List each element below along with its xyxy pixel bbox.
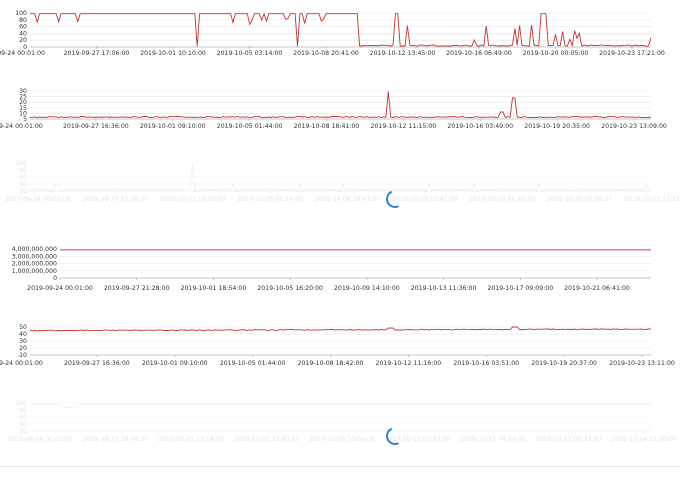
x-tick-label: 2019-10-16 06:49:00 [469,196,535,203]
x-tick-label: 2019-10-05 03:14:00 [237,196,303,203]
x-tick-label: 2019-10-05 03:14:00 [217,50,283,57]
x-tick-label: 2019-10-01 10:10:00 [160,196,226,203]
chart-svg: 100806040200-09-24 00:01:00 2019-09-27 17… [0,10,665,57]
x-tick-label: 2019-09-24 00:01:00 [27,285,93,292]
y-tick-label: 20 [19,428,27,435]
y-tick-label: 5 [23,116,27,123]
x-tick-label: 2019-10-08 20:41:00 [315,196,381,203]
x-tick-label: -09-24 00:01:00 [0,50,45,57]
chart-svg: 100806040202019-09-24 00:01:00 2019-09-27… [5,160,680,203]
series-line [30,403,651,408]
x-tick-label: 2019-09-27 20:46:00 [83,436,149,443]
x-tick-label: 2019-09-27 16:36:00 [63,123,129,130]
x-tick-label: 2019-10-20 00:05:00 [547,196,613,203]
x-tick-label: 2019-10-19 20:35:00 [524,123,590,130]
y-tick-label: 10 [19,352,27,359]
y-tick-label: 50 [19,324,27,331]
x-tick-label: 2019-10-13 11:36:00 [411,285,477,292]
chart-svg: 100806040202019-09-24 00:01:00 2019-09-27… [7,400,677,443]
x-tick-label: 2019-10-23 17:21:00 [624,196,680,203]
x-tick-label: 2019-10-01 09:10:00 [142,360,208,367]
x-tick-label: 2019-10-05 01:44:00 [217,123,283,130]
series-line [30,12,652,48]
x-tick-label: 2019-10-09 10:09:00 [309,436,375,443]
x-tick-label: 2019-10-05 13:43:00 [234,436,300,443]
x-tick-label: 2019-10-01 10:10:00 [140,50,206,57]
x-tick-label: 2019-10-17 04:04:00 [460,436,526,443]
x-tick-label: 2019-09-27 17:06:00 [83,196,149,203]
y-tick-label: 20 [19,188,27,195]
x-tick-label: 2019-10-08 18:41:00 [294,123,360,130]
chart-panel-5: 504030201019-24 00:01:00 2019-09-27 16:36… [0,320,680,372]
x-tick-label: 2019-09-24 00:01:00 [7,436,73,443]
x-tick-label: 2019-10-17 09:09:00 [487,285,553,292]
y-tick-label: 3,000,000,000 [12,253,57,260]
y-tick-label: 40 [19,421,27,428]
chart-panel-4: 4,000,000,000 3,000,000,000 2,000,000,000 1… [0,240,680,300]
x-tick-label: 2019-10-16 03:51:00 [453,360,519,367]
x-tick-label: 2019-10-05 01:44:00 [220,360,286,367]
y-tick-label: 80 [19,167,27,174]
x-tick-label: 2019-10-01 17:14:00 [158,436,224,443]
y-tick-label: 40 [19,181,27,188]
y-tick-label: 2,000,000,000 [12,261,57,268]
chart-svg: 3025201510519-24 00:01:002019-09-27 16:3… [0,88,667,130]
x-tick-label: 19-24 00:01:00 [0,360,43,367]
x-tick-label: 2019-10-05 16:20:00 [257,285,323,292]
footer-divider [0,466,680,467]
chart-panel-3: 100 80 60 40 20 2019-09-24 00:01:00 2019-09-27… [0,158,680,211]
chart-svg: 504030201019-24 00:01:00 2019-09-27 16:36… [0,324,675,367]
x-tick-label: 2019-10-20 00:05:00 [523,50,589,57]
x-tick-label: 2019-10-09 14:10:00 [334,285,400,292]
x-tick-label: 2019-10-23 13:11:00 [609,360,675,367]
x-tick-label: 2019-09-24 00:01:00 [5,196,71,203]
x-tick-label: 2019-10-21 06:41:00 [564,285,630,292]
x-tick-label: 2019-10-19 20:37:00 [531,360,597,367]
x-tick-label: 2019-09-27 16:36:00 [64,360,130,367]
x-tick-label: 2019-10-23 17:21:00 [599,50,665,57]
chart-panel-1: 100 80 60 40 20 0 -09-24 00:01:00 2019-09-27 17… [0,0,680,62]
x-tick-label: 2019-10-12 13:45:00 [370,50,436,57]
y-tick-label: 0 [53,275,57,282]
y-tick-label: 100 [15,160,27,167]
x-tick-label: 2019-10-08 18:42:00 [298,360,364,367]
y-tick-label: 100 [15,400,27,407]
y-tick-label: 60 [19,174,27,181]
x-tick-label: 2019-10-01 18:54:00 [181,285,247,292]
chart-panel-2: 3025201510519-24 00:01:002019-09-27 16:3… [0,82,680,134]
x-tick-label: 2019-10-16 03:49:00 [447,123,513,130]
x-tick-label: 2019-10-23 13:09:00 [601,123,667,130]
series-line [29,326,652,332]
chart-panel-6: 100 80 60 40 20 2019-09-24 00:01:00 2019-09-27… [0,395,680,448]
x-tick-label: 2019-10-24 21:00:00 [611,436,677,443]
x-tick-label: 2019-10-08 20:41:00 [293,50,359,57]
y-tick-label: 80 [19,407,27,414]
x-tick-label: 2019-10-12 11:16:00 [376,360,442,367]
chart-svg: 4,000,000,0003,000,000,0002,000,000,0001… [12,246,651,292]
x-tick-label: 2019-10-01 09:10:00 [140,123,206,130]
y-tick-label: 30 [19,338,27,345]
x-tick-label: 19-24 00:01:00 [0,123,43,130]
x-tick-label: 2019-09-27 21:28:00 [104,285,170,292]
x-tick-label: 2019-10-12 11:15:00 [371,123,437,130]
x-tick-label: 2019-10-21 00:32:00 [536,436,602,443]
x-tick-label: 2019-10-16 06:49:00 [446,50,512,57]
y-tick-label: 60 [19,414,27,421]
y-tick-label: 20 [19,345,27,352]
y-tick-label: 40 [19,331,27,338]
y-tick-label: 4,000,000,000 [12,246,57,253]
x-tick-label: 2019-09-27 17:06:00 [64,50,130,57]
y-tick-label: 1,000,000,000 [12,268,57,275]
